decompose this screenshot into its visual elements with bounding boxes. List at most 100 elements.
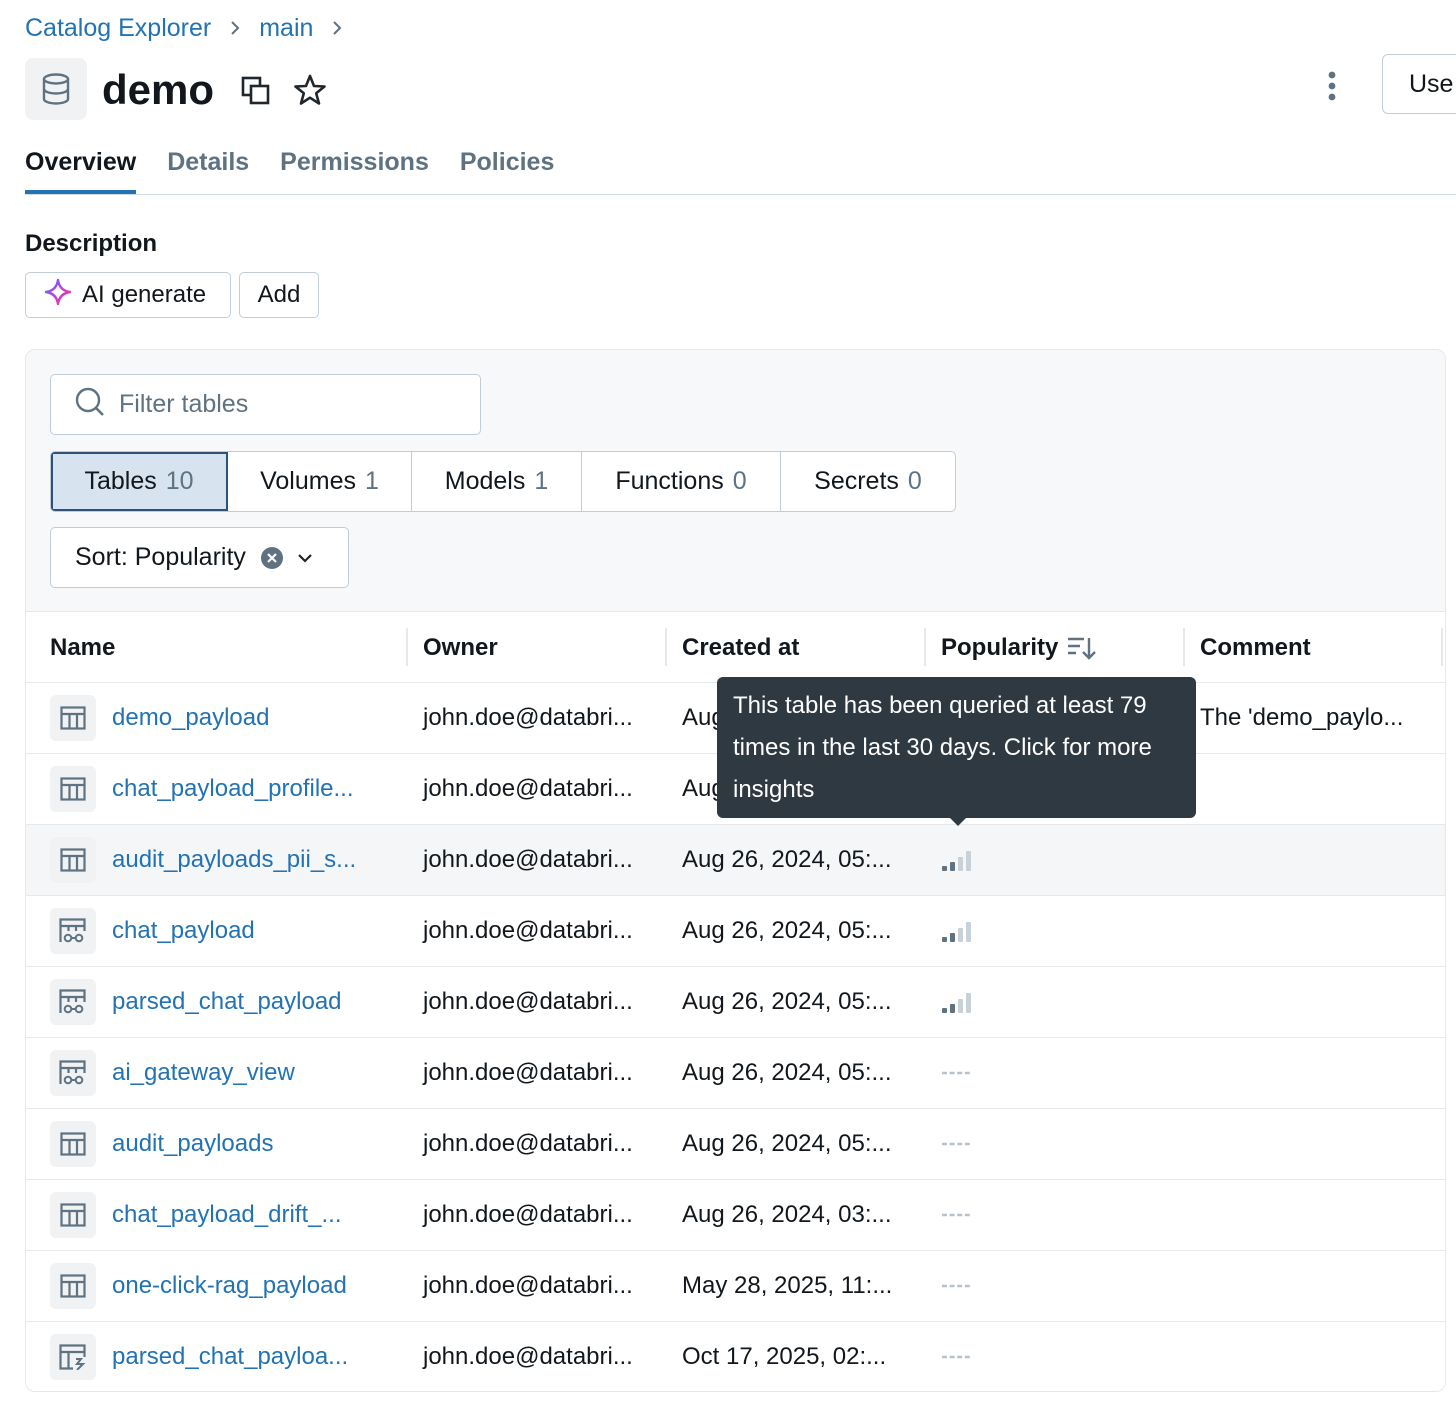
column-header-comment[interactable]: Comment	[1200, 612, 1311, 684]
table-name-link[interactable]: audit_payloads	[112, 1109, 273, 1179]
view-icon	[50, 1050, 96, 1096]
column-resize-handle[interactable]	[1183, 628, 1185, 666]
page-title: demo	[102, 66, 215, 113]
table-header: Name Owner Created at Popularity Comment	[26, 611, 1445, 683]
add-description-button[interactable]: Add	[239, 272, 319, 318]
star-icon[interactable]	[293, 73, 327, 107]
column-resize-handle[interactable]	[1441, 628, 1443, 666]
table-row[interactable]: chat_payload john.doe@databri... Aug 26, 2…	[26, 896, 1445, 967]
column-header-owner[interactable]: Owner	[423, 612, 498, 684]
table-name-link[interactable]: parsed_chat_payload	[112, 967, 342, 1037]
tab-details[interactable]: Details	[167, 140, 249, 194]
view-icon	[50, 908, 96, 954]
segment-label: Models	[444, 467, 526, 495]
column-resize-handle[interactable]	[406, 628, 408, 666]
object-type-selector: Tables 10 Volumes 1 Models 1 Functions 0 Sec…	[50, 451, 956, 512]
tab-overview[interactable]: Overview	[25, 140, 137, 194]
column-header-name[interactable]: Name	[50, 612, 115, 684]
objects-panel: Tables 10 Volumes 1 Models 1 Functions 0 Sec…	[25, 349, 1446, 1392]
chevron-right-icon	[229, 20, 241, 36]
table-comment: The 'demo_paylo...	[1200, 704, 1404, 731]
sparkle-icon	[44, 278, 82, 313]
table-owner: john.doe@databri...	[423, 988, 633, 1015]
filter-tables-field[interactable]	[50, 374, 481, 435]
table-owner: john.doe@databri...	[423, 1130, 633, 1157]
segment-count: 1	[364, 467, 379, 495]
table-name-link[interactable]: parsed_chat_payloa...	[112, 1322, 348, 1391]
breadcrumb-main[interactable]: main	[259, 14, 313, 43]
search-icon	[75, 387, 105, 422]
popularity-bars-icon[interactable]	[941, 847, 973, 873]
segment-count: 0	[907, 467, 922, 495]
table-row[interactable]: chat_payload_drift_... john.doe@databri..…	[26, 1180, 1445, 1251]
table-icon	[50, 1121, 96, 1167]
use-button[interactable]: Use	[1382, 54, 1456, 114]
segment-tables[interactable]: Tables 10	[51, 452, 228, 511]
chevron-down-icon	[296, 552, 314, 564]
table-row[interactable]: ai_gateway_view john.doe@databri... Aug 26…	[26, 1038, 1445, 1109]
table-created-at: Aug 26, 2024, 05:...	[682, 988, 892, 1015]
table-name-link[interactable]: audit_payloads_pii_s...	[112, 825, 356, 895]
table-name-link[interactable]: chat_payload	[112, 896, 255, 966]
popularity-bars-icon[interactable]	[941, 918, 973, 944]
filter-tables-input[interactable]	[119, 390, 449, 419]
table-created-at: Aug 26, 2024, 05:...	[682, 917, 892, 944]
column-resize-handle[interactable]	[924, 628, 926, 666]
table-owner: john.doe@databri...	[423, 846, 633, 873]
table-row[interactable]: audit_payloads_pii_s... john.doe@databri.…	[26, 825, 1445, 896]
segment-volumes[interactable]: Volumes 1	[228, 452, 412, 511]
sort-descending-icon	[1066, 635, 1097, 661]
ai-generate-label: AI generate	[82, 281, 207, 308]
segment-count: 1	[534, 467, 549, 495]
segment-functions[interactable]: Functions 0	[582, 452, 781, 511]
tab-permissions[interactable]: Permissions	[280, 140, 429, 194]
popularity-bars-icon[interactable]	[941, 1060, 973, 1086]
table-row[interactable]: parsed_chat_payload john.doe@databri... Au…	[26, 967, 1445, 1038]
table-row[interactable]: one-click-rag_payload john.doe@databri...…	[26, 1251, 1445, 1322]
more-options-icon[interactable]	[1317, 66, 1347, 106]
popularity-bars-icon[interactable]	[941, 1273, 973, 1299]
table-icon	[50, 837, 96, 883]
breadcrumb: Catalog Explorer main	[25, 12, 361, 44]
tab-policies[interactable]: Policies	[460, 140, 555, 194]
table-name-link[interactable]: chat_payload_drift_...	[112, 1180, 342, 1250]
table-name-link[interactable]: one-click-rag_payload	[112, 1251, 347, 1321]
table-created-at: Aug 26, 2024, 03:...	[682, 1201, 892, 1228]
segment-count: 10	[165, 467, 194, 495]
table-name-link[interactable]: ai_gateway_view	[112, 1038, 295, 1108]
table-owner: john.doe@databri...	[423, 1343, 633, 1370]
segment-count: 0	[732, 467, 747, 495]
table-owner: john.doe@databri...	[423, 917, 633, 944]
table-icon	[50, 695, 96, 741]
table-row[interactable]: audit_payloads john.doe@databri... Aug 26,…	[26, 1109, 1445, 1180]
table-icon	[50, 766, 96, 812]
clear-circle-icon[interactable]	[260, 546, 284, 570]
popularity-bars-icon[interactable]	[941, 1202, 973, 1228]
table-name-link[interactable]: chat_payload_profile...	[112, 754, 354, 824]
ai-generate-button[interactable]: AI generate	[25, 272, 231, 318]
chevron-right-icon	[331, 20, 343, 36]
sort-label: Sort: Popularity	[75, 543, 246, 571]
segment-models[interactable]: Models 1	[412, 452, 582, 511]
column-header-created-at[interactable]: Created at	[682, 612, 799, 684]
table-created-at: Aug 26, 2024, 05:...	[682, 1059, 892, 1086]
copy-icon[interactable]	[240, 75, 272, 107]
table-name-link[interactable]: demo_payload	[112, 683, 269, 753]
table-icon	[50, 1263, 96, 1309]
table-icon	[50, 1192, 96, 1238]
column-header-popularity[interactable]: Popularity	[941, 612, 1097, 684]
segment-label: Secrets	[814, 467, 899, 495]
popularity-bars-icon[interactable]	[941, 1131, 973, 1157]
table-created-at: Aug 26, 2024, 05:...	[682, 1130, 892, 1157]
table-owner: john.doe@databri...	[423, 704, 633, 731]
segment-secrets[interactable]: Secrets 0	[781, 452, 955, 511]
table-row[interactable]: parsed_chat_payloa... john.doe@databri...…	[26, 1322, 1445, 1391]
table-created-at: Aug 26, 2024, 05:...	[682, 846, 892, 873]
breadcrumb-catalog-explorer[interactable]: Catalog Explorer	[25, 14, 211, 43]
popularity-bars-icon[interactable]	[941, 1344, 973, 1370]
table-owner: john.doe@databri...	[423, 1201, 633, 1228]
sort-dropdown[interactable]: Sort: Popularity	[50, 527, 349, 588]
popularity-bars-icon[interactable]	[941, 989, 973, 1015]
column-resize-handle[interactable]	[665, 628, 667, 666]
streaming-table-icon	[50, 1334, 96, 1380]
